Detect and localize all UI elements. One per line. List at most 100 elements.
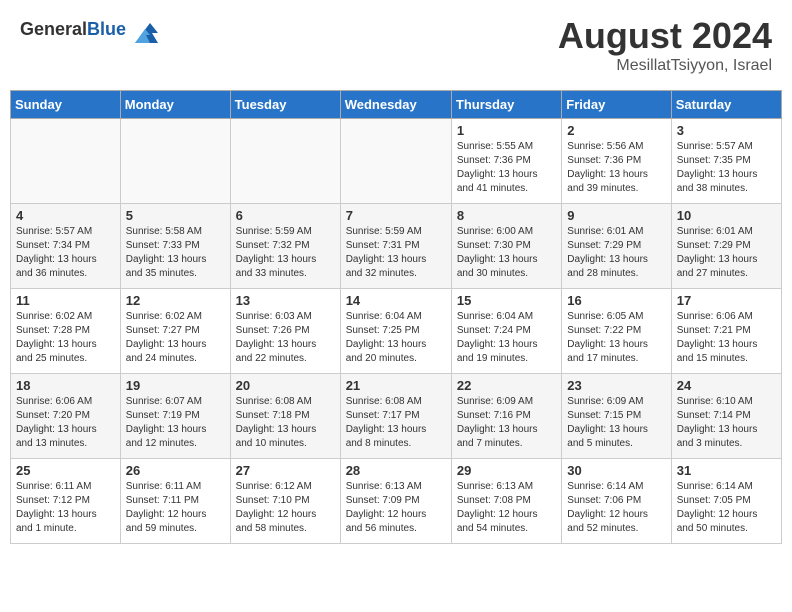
day-info: Sunrise: 6:13 AM Sunset: 7:08 PM Dayligh… bbox=[457, 480, 556, 536]
day-info: Sunrise: 6:11 AM Sunset: 7:11 PM Dayligh… bbox=[126, 480, 225, 536]
calendar-cell: 17Sunrise: 6:06 AM Sunset: 7:21 PM Dayli… bbox=[671, 289, 781, 374]
weekday-header-tuesday: Tuesday bbox=[230, 91, 340, 119]
weekday-header-row: SundayMondayTuesdayWednesdayThursdayFrid… bbox=[11, 91, 782, 119]
week-row-5: 25 Sunrise: 6:11 AM Sunset: 7:12 PM Dayli… bbox=[11, 459, 782, 544]
day-number: 29 bbox=[457, 463, 556, 478]
day-info: Sunrise: 5:59 AM Sunset: 7:31 PM Dayligh… bbox=[346, 225, 446, 281]
day-number: 13 bbox=[236, 293, 335, 308]
day-info: Sunrise: 6:10 AM Sunset: 7:14 PM Dayligh… bbox=[677, 395, 776, 451]
day-info: Sunrise: 5:56 AM Sunset: 7:36 PM Dayligh… bbox=[567, 140, 665, 196]
day-number: 11 bbox=[16, 293, 115, 308]
day-number: 8 bbox=[457, 208, 556, 223]
day-info: Sunrise: 6:01 AM Sunset: 7:29 PM Dayligh… bbox=[677, 225, 776, 281]
day-number: 6 bbox=[236, 208, 335, 223]
day-info: Sunrise: 6:08 AM Sunset: 7:17 PM Dayligh… bbox=[346, 395, 446, 451]
calendar-cell: 21 Sunrise: 6:08 AM Sunset: 7:17 PM Dayli… bbox=[340, 374, 451, 459]
day-info: Sunrise: 6:12 AM Sunset: 7:10 PM Dayligh… bbox=[236, 480, 335, 536]
day-info: Sunrise: 6:09 AM Sunset: 7:15 PM Dayligh… bbox=[567, 395, 665, 451]
calendar-cell: 10Sunrise: 6:01 AM Sunset: 7:29 PM Dayli… bbox=[671, 204, 781, 289]
day-info: Sunrise: 6:09 AM Sunset: 7:16 PM Dayligh… bbox=[457, 395, 556, 451]
day-number: 4 bbox=[16, 208, 115, 223]
weekday-header-monday: Monday bbox=[120, 91, 230, 119]
calendar-cell bbox=[230, 119, 340, 204]
calendar-cell: 11 Sunrise: 6:02 AM Sunset: 7:28 PM Dayli… bbox=[11, 289, 121, 374]
calendar-cell: 1Sunrise: 5:55 AM Sunset: 7:36 PM Daylig… bbox=[451, 119, 561, 204]
calendar-cell: 12 Sunrise: 6:02 AM Sunset: 7:27 PM Dayli… bbox=[120, 289, 230, 374]
calendar-cell: 29 Sunrise: 6:13 AM Sunset: 7:08 PM Dayli… bbox=[451, 459, 561, 544]
day-info: Sunrise: 6:02 AM Sunset: 7:28 PM Dayligh… bbox=[16, 310, 115, 366]
calendar-cell: 9 Sunrise: 6:01 AM Sunset: 7:29 PM Daylig… bbox=[562, 204, 671, 289]
weekday-header-wednesday: Wednesday bbox=[340, 91, 451, 119]
day-info: Sunrise: 6:11 AM Sunset: 7:12 PM Dayligh… bbox=[16, 480, 115, 536]
calendar-cell: 26 Sunrise: 6:11 AM Sunset: 7:11 PM Dayli… bbox=[120, 459, 230, 544]
week-row-2: 4Sunrise: 5:57 AM Sunset: 7:34 PM Daylig… bbox=[11, 204, 782, 289]
calendar-table: SundayMondayTuesdayWednesdayThursdayFrid… bbox=[10, 90, 782, 544]
calendar-cell: 8 Sunrise: 6:00 AM Sunset: 7:30 PM Daylig… bbox=[451, 204, 561, 289]
day-info: Sunrise: 6:04 AM Sunset: 7:25 PM Dayligh… bbox=[346, 310, 446, 366]
calendar-cell: 24 Sunrise: 6:10 AM Sunset: 7:14 PM Dayli… bbox=[671, 374, 781, 459]
day-number: 22 bbox=[457, 378, 556, 393]
day-number: 24 bbox=[677, 378, 776, 393]
day-number: 9 bbox=[567, 208, 665, 223]
calendar-cell: 6 Sunrise: 5:59 AM Sunset: 7:32 PM Daylig… bbox=[230, 204, 340, 289]
calendar-cell: 25 Sunrise: 6:11 AM Sunset: 7:12 PM Dayli… bbox=[11, 459, 121, 544]
day-info: Sunrise: 6:06 AM Sunset: 7:20 PM Dayligh… bbox=[16, 395, 115, 451]
logo-blue: Blue bbox=[87, 19, 126, 39]
day-number: 2 bbox=[567, 123, 665, 138]
calendar-cell: 30Sunrise: 6:14 AM Sunset: 7:06 PM Dayli… bbox=[562, 459, 671, 544]
week-row-1: 1Sunrise: 5:55 AM Sunset: 7:36 PM Daylig… bbox=[11, 119, 782, 204]
day-number: 20 bbox=[236, 378, 335, 393]
calendar-cell: 20 Sunrise: 6:08 AM Sunset: 7:18 PM Dayli… bbox=[230, 374, 340, 459]
day-info: Sunrise: 5:58 AM Sunset: 7:33 PM Dayligh… bbox=[126, 225, 225, 281]
weekday-header-friday: Friday bbox=[562, 91, 671, 119]
calendar-cell: 27 Sunrise: 6:12 AM Sunset: 7:10 PM Dayli… bbox=[230, 459, 340, 544]
day-number: 26 bbox=[126, 463, 225, 478]
day-number: 25 bbox=[16, 463, 115, 478]
logo-general: General bbox=[20, 19, 87, 39]
calendar-cell: 14 Sunrise: 6:04 AM Sunset: 7:25 PM Dayli… bbox=[340, 289, 451, 374]
week-row-3: 11 Sunrise: 6:02 AM Sunset: 7:28 PM Dayli… bbox=[11, 289, 782, 374]
day-number: 12 bbox=[126, 293, 225, 308]
day-info: Sunrise: 6:08 AM Sunset: 7:18 PM Dayligh… bbox=[236, 395, 335, 451]
day-number: 1 bbox=[457, 123, 556, 138]
calendar-cell: 2 Sunrise: 5:56 AM Sunset: 7:36 PM Daylig… bbox=[562, 119, 671, 204]
day-number: 16 bbox=[567, 293, 665, 308]
day-number: 3 bbox=[677, 123, 776, 138]
day-number: 15 bbox=[457, 293, 556, 308]
day-number: 19 bbox=[126, 378, 225, 393]
day-number: 23 bbox=[567, 378, 665, 393]
day-number: 21 bbox=[346, 378, 446, 393]
day-info: Sunrise: 6:07 AM Sunset: 7:19 PM Dayligh… bbox=[126, 395, 225, 451]
calendar-cell: 28 Sunrise: 6:13 AM Sunset: 7:09 PM Dayli… bbox=[340, 459, 451, 544]
day-info: Sunrise: 6:00 AM Sunset: 7:30 PM Dayligh… bbox=[457, 225, 556, 281]
day-info: Sunrise: 6:04 AM Sunset: 7:24 PM Dayligh… bbox=[457, 310, 556, 366]
day-number: 5 bbox=[126, 208, 225, 223]
calendar-cell: 7 Sunrise: 5:59 AM Sunset: 7:31 PM Daylig… bbox=[340, 204, 451, 289]
day-info: Sunrise: 5:59 AM Sunset: 7:32 PM Dayligh… bbox=[236, 225, 335, 281]
calendar-cell: 19 Sunrise: 6:07 AM Sunset: 7:19 PM Dayli… bbox=[120, 374, 230, 459]
week-row-4: 18 Sunrise: 6:06 AM Sunset: 7:20 PM Dayli… bbox=[11, 374, 782, 459]
calendar-cell bbox=[120, 119, 230, 204]
calendar-cell: 22 Sunrise: 6:09 AM Sunset: 7:16 PM Dayli… bbox=[451, 374, 561, 459]
calendar-cell: 16Sunrise: 6:05 AM Sunset: 7:22 PM Dayli… bbox=[562, 289, 671, 374]
weekday-header-thursday: Thursday bbox=[451, 91, 561, 119]
day-info: Sunrise: 6:01 AM Sunset: 7:29 PM Dayligh… bbox=[567, 225, 665, 281]
day-number: 30 bbox=[567, 463, 665, 478]
day-info: Sunrise: 6:14 AM Sunset: 7:05 PM Dayligh… bbox=[677, 480, 776, 536]
day-number: 7 bbox=[346, 208, 446, 223]
day-info: Sunrise: 5:57 AM Sunset: 7:35 PM Dayligh… bbox=[677, 140, 776, 196]
calendar-cell: 31Sunrise: 6:14 AM Sunset: 7:05 PM Dayli… bbox=[671, 459, 781, 544]
calendar-cell: 15 Sunrise: 6:04 AM Sunset: 7:24 PM Dayli… bbox=[451, 289, 561, 374]
day-number: 14 bbox=[346, 293, 446, 308]
weekday-header-saturday: Saturday bbox=[671, 91, 781, 119]
day-number: 28 bbox=[346, 463, 446, 478]
page-header: GeneralBlue August 2024 MesillatTsiyyon,… bbox=[10, 10, 782, 80]
calendar-cell: 4Sunrise: 5:57 AM Sunset: 7:34 PM Daylig… bbox=[11, 204, 121, 289]
day-number: 18 bbox=[16, 378, 115, 393]
title-block: August 2024 MesillatTsiyyon, Israel bbox=[558, 15, 772, 75]
day-info: Sunrise: 6:02 AM Sunset: 7:27 PM Dayligh… bbox=[126, 310, 225, 366]
calendar-cell: 13Sunrise: 6:03 AM Sunset: 7:26 PM Dayli… bbox=[230, 289, 340, 374]
day-number: 27 bbox=[236, 463, 335, 478]
calendar-cell bbox=[11, 119, 121, 204]
day-info: Sunrise: 6:13 AM Sunset: 7:09 PM Dayligh… bbox=[346, 480, 446, 536]
